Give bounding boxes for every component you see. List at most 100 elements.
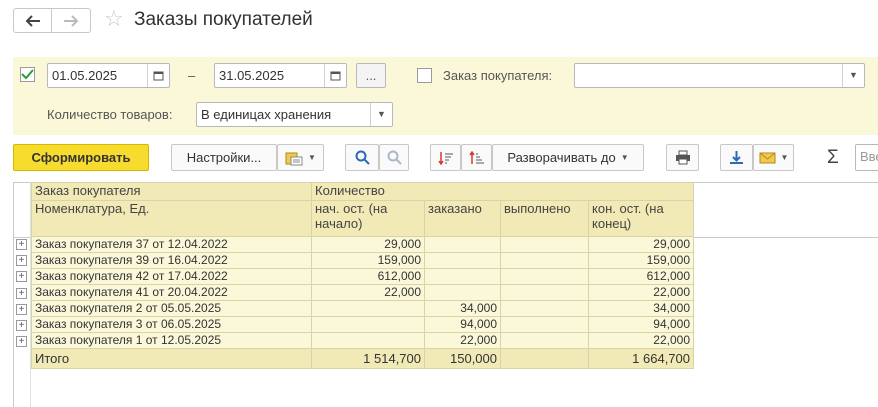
expand-row-2[interactable]: +: [16, 255, 27, 266]
table-row[interactable]: Заказ покупателя 3 от 06.05.2025 94,000 …: [31, 316, 694, 333]
row-order-name[interactable]: Заказ покупателя 2 от 05.05.2025: [31, 300, 312, 317]
row-order-name[interactable]: Заказ покупателя 39 от 16.04.2022: [31, 252, 312, 269]
cancel-search-button[interactable]: [379, 144, 409, 171]
table-row[interactable]: Заказ покупателя 37 от 12.04.2022 29,000…: [31, 236, 694, 253]
row-closing[interactable]: 94,000: [588, 316, 694, 333]
forward-button[interactable]: [52, 8, 91, 33]
search-button[interactable]: [345, 144, 379, 171]
row-opening[interactable]: 29,000: [311, 236, 425, 253]
header-nomenclature: Номенклатура, Ед.: [31, 200, 312, 237]
table-row[interactable]: Заказ покупателя 42 от 17.04.2022 612,00…: [31, 268, 694, 285]
header-order: Заказ покупателя: [31, 182, 312, 201]
expand-row-3[interactable]: +: [16, 271, 27, 282]
save-button[interactable]: [720, 144, 753, 171]
total-label[interactable]: Итого: [31, 348, 312, 369]
printer-icon: [675, 150, 690, 165]
checkmark-icon: [21, 69, 34, 80]
generate-button[interactable]: Сформировать: [13, 144, 149, 171]
page-title: Заказы покупателей: [134, 9, 313, 30]
envelope-icon: [759, 152, 776, 163]
date-from-field[interactable]: 01.05.2025: [47, 63, 170, 88]
expand-row-7[interactable]: +: [16, 336, 27, 347]
expand-row-4[interactable]: +: [16, 288, 27, 299]
star-icon[interactable]: ☆: [104, 8, 124, 30]
expand-row-5[interactable]: +: [16, 304, 27, 315]
report-table[interactable]: Заказ покупателя Количество Номенклатура…: [31, 182, 694, 369]
order-label: Заказ покупателя:: [443, 68, 553, 83]
table-row[interactable]: Заказ покупателя 1 от 12.05.2025 22,000 …: [31, 332, 694, 349]
row-closing[interactable]: 22,000: [588, 284, 694, 301]
row-closing[interactable]: 612,000: [588, 268, 694, 285]
period-select-button[interactable]: ...: [356, 63, 386, 88]
quantity-dropdown-button[interactable]: ▼: [370, 103, 392, 126]
row-ordered[interactable]: [424, 268, 501, 285]
settings-button[interactable]: Настройки...: [171, 144, 277, 171]
row-ordered[interactable]: [424, 252, 501, 269]
row-ordered[interactable]: 34,000: [424, 300, 501, 317]
row-closing[interactable]: 159,000: [588, 252, 694, 269]
row-done[interactable]: [500, 268, 589, 285]
expand-to-label: Разворачивать до: [507, 150, 616, 165]
sort-descending-icon: [468, 150, 484, 164]
sum-icon[interactable]: Σ: [827, 147, 839, 169]
chevron-down-icon: ▼: [849, 70, 858, 80]
period-checkbox[interactable]: [20, 67, 35, 82]
row-done[interactable]: [500, 316, 589, 333]
row-ordered[interactable]: 94,000: [424, 316, 501, 333]
row-closing[interactable]: 34,000: [588, 300, 694, 317]
row-order-name[interactable]: Заказ покупателя 1 от 12.05.2025: [31, 332, 312, 349]
header-row-1: Заказ покупателя Количество: [31, 182, 694, 201]
calendar-to-button[interactable]: [324, 64, 346, 87]
row-done[interactable]: [500, 332, 589, 349]
row-order-name[interactable]: Заказ покупателя 3 от 06.05.2025: [31, 316, 312, 333]
date-dash: –: [188, 68, 196, 83]
table-row[interactable]: Заказ покупателя 41 от 20.04.2022 22,000…: [31, 284, 694, 301]
back-button[interactable]: [13, 8, 52, 33]
search-cancel-icon: [387, 150, 402, 165]
row-opening[interactable]: 159,000: [311, 252, 425, 269]
sort-descending-button[interactable]: [461, 144, 492, 171]
row-closing[interactable]: 22,000: [588, 332, 694, 349]
row-opening[interactable]: [311, 332, 425, 349]
row-order-name[interactable]: Заказ покупателя 42 от 17.04.2022: [31, 268, 312, 285]
header-row-2: Номенклатура, Ед. нач. ост. (на начало) …: [31, 200, 694, 237]
row-ordered[interactable]: 22,000: [424, 332, 501, 349]
row-opening[interactable]: [311, 316, 425, 333]
sum-value-field[interactable]: Вве: [855, 144, 878, 171]
total-row[interactable]: Итого 1 514,700 150,000 1 664,700: [31, 348, 694, 369]
table-row[interactable]: Заказ покупателя 2 от 05.05.2025 34,000 …: [31, 300, 694, 317]
row-done[interactable]: [500, 236, 589, 253]
calendar-from-button[interactable]: [147, 64, 169, 87]
row-opening[interactable]: [311, 300, 425, 317]
order-dropdown-button[interactable]: ▼: [842, 64, 864, 87]
row-closing[interactable]: 29,000: [588, 236, 694, 253]
variants-button[interactable]: ▼: [277, 144, 324, 171]
row-order-name[interactable]: Заказ покупателя 41 от 20.04.2022: [31, 284, 312, 301]
calendar-icon: [153, 71, 164, 81]
row-opening[interactable]: 22,000: [311, 284, 425, 301]
total-opening[interactable]: 1 514,700: [311, 348, 425, 369]
row-done[interactable]: [500, 300, 589, 317]
row-done[interactable]: [500, 284, 589, 301]
expand-row-6[interactable]: +: [16, 320, 27, 331]
row-ordered[interactable]: [424, 236, 501, 253]
row-ordered[interactable]: [424, 284, 501, 301]
sort-ascending-button[interactable]: [430, 144, 461, 171]
table-row[interactable]: Заказ покупателя 39 от 16.04.2022 159,00…: [31, 252, 694, 269]
date-from-value: 01.05.2025: [52, 68, 118, 83]
row-opening[interactable]: 612,000: [311, 268, 425, 285]
expand-to-button[interactable]: Разворачивать до ▼: [492, 144, 644, 171]
expand-row-1[interactable]: +: [16, 239, 27, 250]
total-done[interactable]: [500, 348, 589, 369]
row-done[interactable]: [500, 252, 589, 269]
total-closing[interactable]: 1 664,700: [588, 348, 694, 369]
row-order-name[interactable]: Заказ покупателя 37 от 12.04.2022: [31, 236, 312, 253]
date-to-field[interactable]: 31.05.2025: [214, 63, 347, 88]
quantity-units-select[interactable]: В единицах хранения ▼: [196, 102, 393, 127]
order-filter-checkbox[interactable]: [417, 68, 432, 83]
print-button[interactable]: [666, 144, 699, 171]
order-field[interactable]: ▼: [574, 63, 865, 88]
arrow-left-icon: [25, 14, 40, 27]
send-mail-button[interactable]: ▼: [753, 144, 794, 171]
total-ordered[interactable]: 150,000: [424, 348, 501, 369]
